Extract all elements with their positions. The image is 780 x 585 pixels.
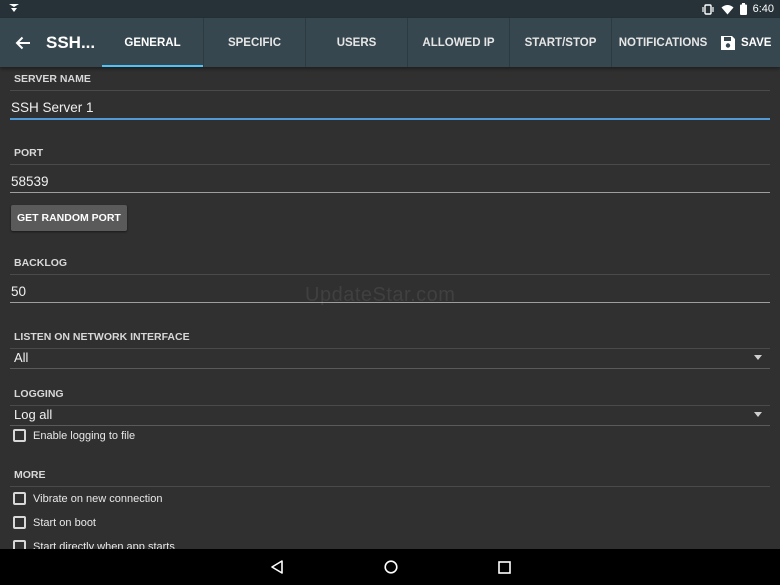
logging-value: Log all (14, 407, 53, 422)
vibrate-label: Vibrate on new connection (33, 492, 163, 505)
port-input[interactable]: 58539 (10, 174, 770, 193)
tab-notifications[interactable]: NOTIFICATIONS (612, 18, 714, 67)
tab-specific[interactable]: SPECIFIC (204, 18, 306, 67)
status-bar: 6:40 (0, 0, 780, 18)
battery-icon (739, 3, 747, 15)
logging-header: LOGGING (10, 388, 770, 406)
start-on-boot-checkbox-row[interactable]: Start on boot (13, 516, 96, 529)
start-directly-checkbox-row[interactable]: Start directly when app starts (13, 540, 175, 549)
start-on-boot-label: Start on boot (33, 516, 96, 529)
tab-users[interactable]: USERS (306, 18, 408, 67)
get-random-port-button[interactable]: GET RANDOM PORT (11, 205, 127, 231)
app-screen: 6:40 SSH... GENERAL SPECIFIC USERS ALLOW… (0, 0, 780, 585)
backlog-header: BACKLOG (10, 257, 770, 275)
tab-bar: GENERAL SPECIFIC USERS ALLOWED IP START/… (102, 18, 714, 67)
more-header: MORE (10, 469, 770, 487)
tab-start-stop[interactable]: START/STOP (510, 18, 612, 67)
nav-home-button[interactable] (383, 560, 398, 574)
logging-dropdown[interactable]: Log all (10, 407, 770, 426)
tab-general[interactable]: GENERAL (102, 18, 204, 67)
server-name-input[interactable]: SSH Server 1 (10, 100, 770, 120)
start-directly-label: Start directly when app starts (33, 540, 175, 550)
save-icon (721, 35, 735, 50)
nav-recents-button[interactable] (497, 560, 511, 574)
wifi-icon (721, 4, 734, 15)
save-button[interactable]: SAVE (714, 18, 771, 67)
back-arrow-icon (15, 36, 30, 49)
start-directly-checkbox[interactable] (13, 540, 26, 549)
tab-allowed-ip[interactable]: ALLOWED IP (408, 18, 510, 67)
square-recents-icon (497, 560, 511, 574)
back-button[interactable] (0, 18, 46, 67)
start-on-boot-checkbox[interactable] (13, 516, 26, 529)
page-title: SSH... (46, 32, 96, 52)
status-time: 6:40 (752, 3, 774, 15)
vibrate-checkbox[interactable] (13, 492, 26, 505)
circle-home-icon (383, 560, 398, 574)
port-header: PORT (10, 147, 770, 165)
vibrate-icon (701, 3, 715, 15)
dropdown-arrow-icon (754, 412, 762, 417)
enable-logging-label: Enable logging to file (33, 429, 136, 442)
dropdown-arrow-icon (754, 355, 762, 360)
server-name-header: SERVER NAME (10, 73, 770, 91)
listen-interface-dropdown[interactable]: All (10, 350, 770, 369)
notification-icon (8, 0, 20, 18)
settings-form: SERVER NAME SSH Server 1 PORT 58539 GET … (0, 67, 780, 549)
save-label: SAVE (741, 36, 772, 49)
vibrate-checkbox-row[interactable]: Vibrate on new connection (13, 492, 162, 505)
system-navigation-bar (0, 549, 780, 585)
watermark: UpdateStar.com (305, 284, 456, 306)
triangle-back-icon (270, 560, 283, 574)
toolbar: SSH... GENERAL SPECIFIC USERS ALLOWED IP… (0, 18, 780, 67)
listen-interface-value: All (14, 350, 29, 365)
nav-back-button[interactable] (270, 560, 284, 574)
enable-logging-checkbox-row[interactable]: Enable logging to file (13, 429, 135, 442)
enable-logging-checkbox[interactable] (13, 429, 26, 442)
listen-interface-header: LISTEN ON NETWORK INTERFACE (10, 331, 770, 349)
